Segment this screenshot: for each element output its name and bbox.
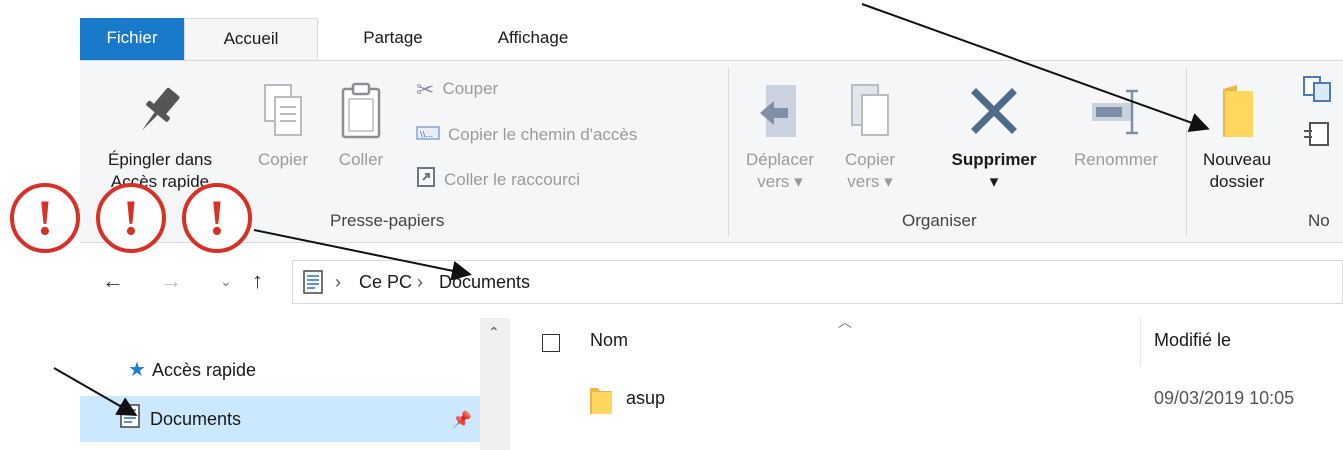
file-modified-date: 09/03/2019 10:05 xyxy=(1154,388,1295,408)
copy-path-label: Copier le chemin d'accès xyxy=(448,125,638,144)
delete-button[interactable]: Supprimer ▾ xyxy=(936,81,1052,193)
clipboard-group-label: Presse-papiers xyxy=(330,211,445,230)
column-header-name[interactable]: Nom xyxy=(590,330,628,351)
tab-partage[interactable]: Partage xyxy=(338,18,448,60)
copy-button[interactable]: Copier xyxy=(248,81,318,171)
clipboard-icon xyxy=(341,82,381,139)
scissors-icon: ✂ xyxy=(416,76,435,102)
new-item-icon[interactable] xyxy=(1302,75,1343,109)
breadcrumb-separator-icon[interactable]: › xyxy=(417,270,423,294)
organize-group-label: Organiser xyxy=(902,211,977,230)
address-bar[interactable]: › Ce PC › Documents xyxy=(292,260,1343,304)
group-divider xyxy=(1186,67,1187,237)
sort-ascending-chevron-icon: ︿ xyxy=(838,314,852,330)
column-divider[interactable] xyxy=(1140,318,1141,366)
copy-path-icon: \\... xyxy=(416,122,440,150)
copy-path-button[interactable]: \\... Copier le chemin d'accès xyxy=(416,121,637,149)
svg-text:\\...: \\... xyxy=(420,130,433,139)
copy-to-label-line2: vers ▾ xyxy=(847,172,893,191)
move-to-button[interactable]: Déplacer vers ▾ xyxy=(740,81,820,193)
new-folder-label-line1: Nouveau xyxy=(1202,150,1272,169)
cut-label: Couper xyxy=(442,79,499,98)
paste-shortcut-icon xyxy=(416,165,436,196)
paste-button[interactable]: Coller xyxy=(326,81,396,171)
star-icon: ★ xyxy=(128,359,146,381)
ribbon: Épingler dans Accès rapide Copier Coller xyxy=(80,60,1343,243)
new-folder-button[interactable]: Nouveau dossier xyxy=(1190,81,1284,193)
pin-quick-access-button[interactable]: Épingler dans Accès rapide xyxy=(80,81,240,193)
new-folder-label-line2: dossier xyxy=(1209,172,1265,191)
select-all-checkbox[interactable] xyxy=(542,334,560,352)
easy-access-icon[interactable] xyxy=(1302,119,1343,153)
file-row[interactable]: asup 09/03/2019 10:05 xyxy=(530,378,1343,424)
ribbon-tab-bar: Fichier Accueil Partage Affichage xyxy=(80,18,1343,61)
scroll-up-chevron-icon[interactable]: ⌃ xyxy=(488,324,500,341)
column-header-modified[interactable]: Modifié le xyxy=(1154,330,1231,351)
move-to-label-line2: vers ▾ xyxy=(757,172,803,191)
documents-location-icon xyxy=(303,270,323,299)
rename-label: Renommer xyxy=(1073,150,1159,169)
delete-dropdown-icon[interactable]: ▾ xyxy=(936,171,1052,193)
breadcrumb-separator-icon[interactable]: › xyxy=(335,270,341,294)
copy-label: Copier xyxy=(257,150,309,169)
pin-icon[interactable]: 📌 xyxy=(452,410,472,430)
folder-icon xyxy=(588,384,614,421)
pin-label-line1: Épingler dans xyxy=(108,150,212,169)
navigation-pane: ★ Accès rapide Documents 📌 ⌃ xyxy=(80,318,510,450)
warning-icon: ! xyxy=(10,183,80,253)
paste-shortcut-label: Coller le raccourci xyxy=(444,169,581,189)
warning-icon: ! xyxy=(182,183,252,253)
tree-item-label: Documents xyxy=(150,408,242,429)
rename-icon xyxy=(1092,89,1138,135)
tab-fichier[interactable]: Fichier xyxy=(80,18,184,60)
nav-pane-scrollbar[interactable]: ⌃ xyxy=(480,318,510,450)
warning-icon: ! xyxy=(96,183,166,253)
navigation-bar: ← → ⌄ ↑ › Ce PC › Documents xyxy=(80,258,1343,306)
back-arrow-icon[interactable]: ← xyxy=(102,266,124,296)
breadcrumb-ce-pc[interactable]: Ce PC xyxy=(359,270,412,294)
move-to-icon xyxy=(760,85,796,137)
copy-to-icon xyxy=(851,84,889,136)
copy-to-button[interactable]: Copier vers ▾ xyxy=(830,81,910,193)
tab-accueil[interactable]: Accueil xyxy=(184,18,318,61)
rename-button[interactable]: Renommer xyxy=(1060,81,1172,171)
copy-icon xyxy=(264,84,302,136)
tree-item-label: Accès rapide xyxy=(151,360,256,380)
cut-button[interactable]: ✂ Couper xyxy=(416,75,498,103)
tree-item-documents[interactable]: Documents xyxy=(120,404,241,436)
file-name: asup xyxy=(626,388,666,408)
file-explorer-window: Fichier Accueil Partage Affichage Épingl… xyxy=(0,0,1343,450)
paste-shortcut-button[interactable]: Coller le raccourci xyxy=(416,165,580,193)
new-folder-icon xyxy=(1223,85,1253,137)
tab-affichage[interactable]: Affichage xyxy=(468,18,598,60)
group-divider xyxy=(728,67,729,237)
forward-arrow-icon[interactable]: → xyxy=(160,266,182,296)
breadcrumb-documents[interactable]: Documents xyxy=(439,270,530,294)
delete-x-icon xyxy=(971,88,1017,134)
documents-icon xyxy=(120,404,140,436)
move-to-label-line1: Déplacer xyxy=(745,150,815,169)
recent-locations-chevron-icon[interactable]: ⌄ xyxy=(220,266,232,296)
pin-icon xyxy=(142,87,180,131)
up-arrow-icon[interactable]: ↑ xyxy=(252,266,263,296)
paste-label: Coller xyxy=(338,150,384,169)
file-list-header: Nom ︿ Modifié le xyxy=(530,314,1343,366)
delete-label: Supprimer xyxy=(951,150,1037,169)
copy-to-label-line1: Copier xyxy=(844,150,896,169)
new-group-label: No xyxy=(1308,211,1330,230)
tree-item-quick-access[interactable]: ★ Accès rapide xyxy=(128,356,256,384)
